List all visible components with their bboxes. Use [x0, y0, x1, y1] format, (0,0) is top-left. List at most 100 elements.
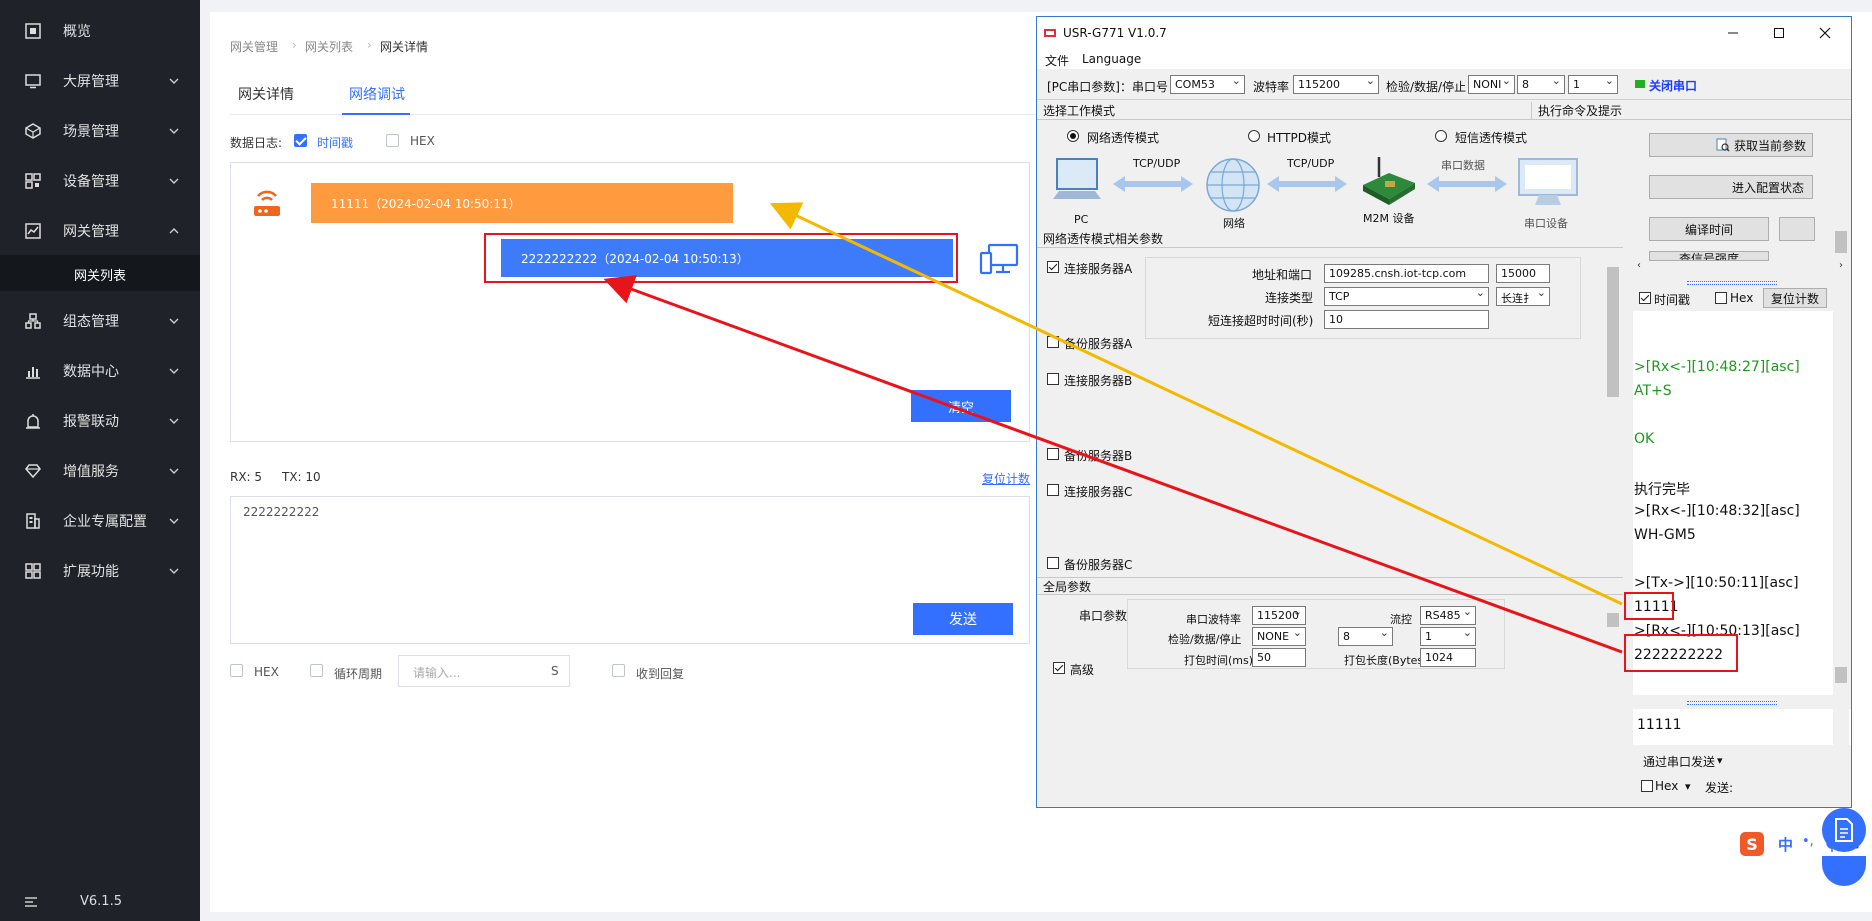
extra-button[interactable]	[1779, 217, 1815, 241]
compile-time-button[interactable]: 编译时间	[1649, 217, 1769, 241]
timestamp-checkbox[interactable]	[294, 134, 307, 147]
httpd-mode-radio[interactable]	[1248, 130, 1260, 142]
network-mode-radio[interactable]	[1067, 130, 1079, 142]
scrollbar-thumb[interactable]	[1835, 231, 1847, 253]
global-stop-bits-select[interactable]: 1	[1420, 627, 1476, 646]
sidebar-item-overview[interactable]: 概览	[0, 6, 200, 56]
send-hex-checkbox[interactable]	[1641, 780, 1653, 792]
sidebar-item-alarm[interactable]: 报警联动	[0, 396, 200, 446]
global-data-bits-select[interactable]: 8	[1338, 627, 1393, 646]
reset-count-link[interactable]: 复位计数	[982, 470, 1030, 487]
enter-config-button[interactable]: 进入配置状态	[1649, 175, 1813, 199]
serial-port-bar: [PC串口参数]：串口号 COM53 波特率 115200 检验/数据/停止 N…	[1037, 70, 1851, 100]
send-button[interactable]: 发送	[913, 603, 1013, 635]
net-params-header: 网络透传模式相关参数	[1037, 230, 1623, 248]
log-reset-count-button[interactable]: 复位计数	[1763, 288, 1827, 308]
pack-time-input[interactable]: 50	[1252, 648, 1306, 667]
parity-select[interactable]: NONI	[1468, 75, 1515, 94]
stop-bits-select[interactable]: 1	[1568, 75, 1618, 94]
send-label: 发送:	[1705, 781, 1734, 795]
ime-punct-toggle[interactable]: •,	[1802, 834, 1814, 849]
get-params-button[interactable]: 获取当前参数	[1649, 133, 1813, 157]
port-select[interactable]: COM53	[1170, 75, 1245, 94]
scrollbar-thumb[interactable]	[1607, 267, 1619, 397]
log-hex-checkbox[interactable]	[1715, 292, 1727, 304]
cycle-period-input[interactable]: 请输入... S	[398, 655, 570, 687]
commands-scrollbar[interactable]	[1833, 227, 1849, 261]
pc-caption: PC	[1074, 213, 1089, 226]
bidirectional-arrow-icon	[1267, 176, 1347, 192]
tab-gateway-detail[interactable]: 网关详情	[238, 84, 294, 104]
sidebar-item-data-center[interactable]: 数据中心	[0, 346, 200, 396]
backup-server-b-checkbox[interactable]	[1047, 448, 1059, 460]
receive-reply-checkbox[interactable]	[612, 664, 625, 677]
ime-chinese-toggle[interactable]: 中	[1778, 834, 1793, 855]
baud-select[interactable]: 115200	[1293, 75, 1379, 94]
caret-down-icon[interactable]: ▾	[1717, 754, 1723, 767]
splitter-handle[interactable]	[1687, 701, 1777, 705]
breadcrumb-gateway-list[interactable]: 网关列表	[305, 38, 353, 55]
caret-down-icon[interactable]: ▾	[1685, 780, 1691, 793]
sidebar-subitem-gateway-list[interactable]: 网关列表	[0, 255, 200, 291]
connect-server-c-label: 连接服务器C	[1064, 485, 1133, 499]
advanced-checkbox[interactable]	[1053, 662, 1065, 674]
hex-send-checkbox[interactable]	[230, 664, 243, 677]
scrollbar-thumb[interactable]	[1607, 613, 1619, 627]
maximize-icon[interactable]	[1773, 27, 1785, 39]
minimize-icon[interactable]	[1727, 27, 1739, 39]
connection-mode-select[interactable]: 长连扌	[1496, 287, 1550, 306]
global-parity-select[interactable]: NONE	[1252, 627, 1306, 646]
collapse-menu-icon[interactable]	[24, 896, 38, 908]
send-scrollbar[interactable]	[1833, 709, 1849, 745]
chevron-down-icon	[169, 468, 179, 474]
address-input[interactable]: 109285.cnsh.iot-tcp.com	[1324, 264, 1489, 283]
global-params-scrollbar[interactable]	[1605, 595, 1621, 677]
net-params-scrollbar[interactable]	[1605, 249, 1621, 566]
connect-server-b-checkbox[interactable]	[1047, 373, 1059, 385]
sidebar-item-configuration[interactable]: 组态管理	[0, 296, 200, 346]
sidebar-item-scene[interactable]: 场景管理	[0, 106, 200, 156]
connect-server-c-checkbox[interactable]	[1047, 484, 1059, 496]
app-logo-icon	[1044, 29, 1056, 37]
timeout-input[interactable]: 10	[1324, 310, 1489, 329]
port-input[interactable]: 15000	[1496, 264, 1550, 283]
sidebar-item-enterprise[interactable]: 企业专属配置	[0, 496, 200, 546]
hex-checkbox[interactable]	[386, 134, 399, 147]
send-command-input[interactable]: 11111	[1633, 709, 1851, 745]
connect-server-a-checkbox[interactable]	[1047, 261, 1059, 273]
sidebar-item-device[interactable]: 设备管理	[0, 156, 200, 206]
menu-file[interactable]: 文件	[1045, 52, 1069, 69]
send-via-label[interactable]: 通过串口发送	[1643, 753, 1715, 770]
usr-g771-window: USR-G771 V1.0.7 文件 Language [PC串口参数]：串口号…	[1036, 16, 1852, 808]
close-port-button[interactable]: 关闭串口	[1627, 73, 1717, 97]
menu-language[interactable]: Language	[1082, 52, 1141, 66]
breadcrumb-gateway-detail: 网关详情	[380, 40, 429, 54]
pack-length-input[interactable]: 1024	[1420, 648, 1476, 667]
flow-control-select[interactable]: RS485	[1420, 606, 1476, 625]
scroll-left-icon[interactable]: ‹	[1637, 260, 1641, 271]
backup-server-a-checkbox[interactable]	[1047, 336, 1059, 348]
backup-server-c-checkbox[interactable]	[1047, 557, 1059, 569]
breadcrumb-gateway-management[interactable]: 网关管理	[230, 38, 278, 55]
close-icon[interactable]	[1819, 27, 1831, 39]
scroll-right-icon[interactable]: ›	[1839, 260, 1843, 271]
sidebar-item-screen[interactable]: 大屏管理	[0, 56, 200, 106]
log-timestamp-checkbox[interactable]	[1639, 292, 1651, 304]
commands-hscrollbar[interactable]: ‹ ›	[1633, 260, 1843, 275]
connection-type-select[interactable]: TCP	[1324, 287, 1489, 306]
splitter-handle[interactable]	[1687, 281, 1777, 285]
data-bits-select[interactable]: 8	[1517, 75, 1565, 94]
receive-log-scrollbar[interactable]	[1833, 311, 1849, 695]
cycle-checkbox[interactable]	[310, 664, 323, 677]
floating-document-button[interactable]	[1822, 808, 1866, 852]
global-baud-select[interactable]: 115200	[1252, 606, 1306, 625]
sidebar-item-value-added[interactable]: 增值服务	[0, 446, 200, 496]
sidebar-item-gateway[interactable]: 网关管理	[0, 206, 200, 256]
send-textarea[interactable]: 2222222222 发送	[230, 496, 1030, 644]
signal-strength-button[interactable]: 查信号强度	[1649, 251, 1769, 261]
sidebar-item-extensions[interactable]: 扩展功能	[0, 546, 200, 596]
clear-button[interactable]: 清空	[911, 390, 1011, 422]
sms-mode-radio[interactable]	[1435, 130, 1447, 142]
tab-network-debug[interactable]: 网络调试	[349, 84, 405, 104]
scrollbar-thumb[interactable]	[1835, 667, 1847, 683]
